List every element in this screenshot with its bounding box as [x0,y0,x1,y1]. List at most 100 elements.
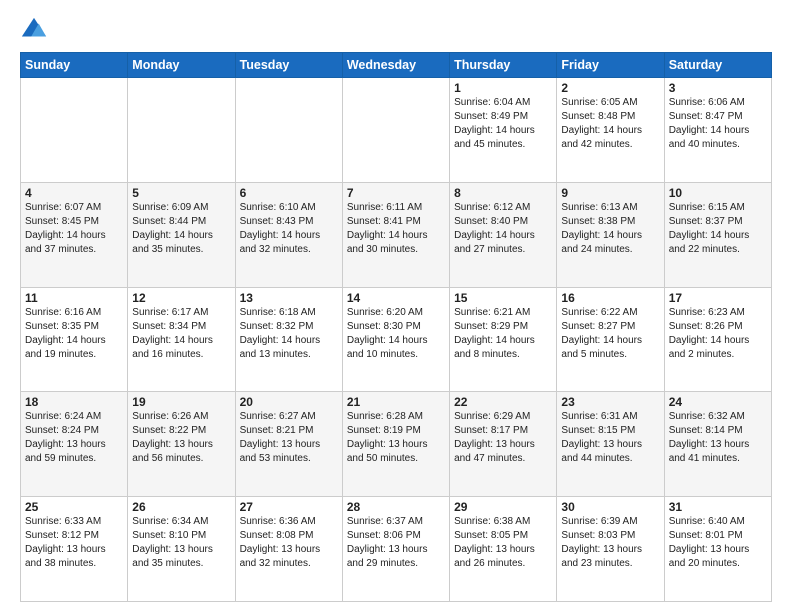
day-info: Sunrise: 6:09 AM Sunset: 8:44 PM Dayligh… [132,201,230,257]
day-number: 26 [132,500,230,514]
logo-icon [20,16,48,44]
calendar-cell: 5Sunrise: 6:09 AM Sunset: 8:44 PM Daylig… [128,182,235,287]
calendar-cell: 16Sunrise: 6:22 AM Sunset: 8:27 PM Dayli… [557,287,664,392]
calendar-cell [128,78,235,183]
day-number: 30 [561,500,659,514]
day-info: Sunrise: 6:12 AM Sunset: 8:40 PM Dayligh… [454,201,552,257]
calendar-cell: 2Sunrise: 6:05 AM Sunset: 8:48 PM Daylig… [557,78,664,183]
day-number: 19 [132,395,230,409]
day-number: 11 [25,291,123,305]
day-number: 14 [347,291,445,305]
calendar-week-row: 11Sunrise: 6:16 AM Sunset: 8:35 PM Dayli… [21,287,772,392]
day-number: 8 [454,186,552,200]
calendar-cell: 13Sunrise: 6:18 AM Sunset: 8:32 PM Dayli… [235,287,342,392]
day-info: Sunrise: 6:26 AM Sunset: 8:22 PM Dayligh… [132,410,230,466]
day-number: 17 [669,291,767,305]
day-info: Sunrise: 6:13 AM Sunset: 8:38 PM Dayligh… [561,201,659,257]
day-info: Sunrise: 6:16 AM Sunset: 8:35 PM Dayligh… [25,306,123,362]
day-number: 5 [132,186,230,200]
day-number: 24 [669,395,767,409]
calendar-cell: 10Sunrise: 6:15 AM Sunset: 8:37 PM Dayli… [664,182,771,287]
calendar-week-row: 18Sunrise: 6:24 AM Sunset: 8:24 PM Dayli… [21,392,772,497]
calendar-cell: 14Sunrise: 6:20 AM Sunset: 8:30 PM Dayli… [342,287,449,392]
day-info: Sunrise: 6:29 AM Sunset: 8:17 PM Dayligh… [454,410,552,466]
day-number: 7 [347,186,445,200]
calendar-cell: 27Sunrise: 6:36 AM Sunset: 8:08 PM Dayli… [235,497,342,602]
day-number: 1 [454,81,552,95]
calendar-cell: 8Sunrise: 6:12 AM Sunset: 8:40 PM Daylig… [450,182,557,287]
day-info: Sunrise: 6:21 AM Sunset: 8:29 PM Dayligh… [454,306,552,362]
day-number: 21 [347,395,445,409]
calendar-cell: 11Sunrise: 6:16 AM Sunset: 8:35 PM Dayli… [21,287,128,392]
calendar-cell: 3Sunrise: 6:06 AM Sunset: 8:47 PM Daylig… [664,78,771,183]
calendar-cell: 24Sunrise: 6:32 AM Sunset: 8:14 PM Dayli… [664,392,771,497]
header [20,16,772,44]
day-info: Sunrise: 6:17 AM Sunset: 8:34 PM Dayligh… [132,306,230,362]
day-info: Sunrise: 6:04 AM Sunset: 8:49 PM Dayligh… [454,96,552,152]
day-info: Sunrise: 6:34 AM Sunset: 8:10 PM Dayligh… [132,515,230,571]
day-number: 15 [454,291,552,305]
day-number: 29 [454,500,552,514]
calendar-cell [235,78,342,183]
day-info: Sunrise: 6:37 AM Sunset: 8:06 PM Dayligh… [347,515,445,571]
calendar-cell: 18Sunrise: 6:24 AM Sunset: 8:24 PM Dayli… [21,392,128,497]
day-number: 3 [669,81,767,95]
calendar-week-row: 25Sunrise: 6:33 AM Sunset: 8:12 PM Dayli… [21,497,772,602]
calendar-cell: 23Sunrise: 6:31 AM Sunset: 8:15 PM Dayli… [557,392,664,497]
day-info: Sunrise: 6:27 AM Sunset: 8:21 PM Dayligh… [240,410,338,466]
day-number: 18 [25,395,123,409]
calendar-cell: 28Sunrise: 6:37 AM Sunset: 8:06 PM Dayli… [342,497,449,602]
day-number: 23 [561,395,659,409]
calendar-day-header: Saturday [664,53,771,78]
day-number: 6 [240,186,338,200]
day-info: Sunrise: 6:40 AM Sunset: 8:01 PM Dayligh… [669,515,767,571]
day-number: 12 [132,291,230,305]
calendar-table: SundayMondayTuesdayWednesdayThursdayFrid… [20,52,772,602]
calendar-cell: 29Sunrise: 6:38 AM Sunset: 8:05 PM Dayli… [450,497,557,602]
day-number: 13 [240,291,338,305]
calendar-cell: 6Sunrise: 6:10 AM Sunset: 8:43 PM Daylig… [235,182,342,287]
calendar-day-header: Friday [557,53,664,78]
day-info: Sunrise: 6:36 AM Sunset: 8:08 PM Dayligh… [240,515,338,571]
day-info: Sunrise: 6:15 AM Sunset: 8:37 PM Dayligh… [669,201,767,257]
calendar-cell: 7Sunrise: 6:11 AM Sunset: 8:41 PM Daylig… [342,182,449,287]
day-number: 4 [25,186,123,200]
day-info: Sunrise: 6:28 AM Sunset: 8:19 PM Dayligh… [347,410,445,466]
day-info: Sunrise: 6:05 AM Sunset: 8:48 PM Dayligh… [561,96,659,152]
calendar-cell: 21Sunrise: 6:28 AM Sunset: 8:19 PM Dayli… [342,392,449,497]
day-info: Sunrise: 6:31 AM Sunset: 8:15 PM Dayligh… [561,410,659,466]
day-info: Sunrise: 6:11 AM Sunset: 8:41 PM Dayligh… [347,201,445,257]
day-info: Sunrise: 6:32 AM Sunset: 8:14 PM Dayligh… [669,410,767,466]
day-number: 20 [240,395,338,409]
calendar-cell: 19Sunrise: 6:26 AM Sunset: 8:22 PM Dayli… [128,392,235,497]
day-number: 27 [240,500,338,514]
calendar-cell: 9Sunrise: 6:13 AM Sunset: 8:38 PM Daylig… [557,182,664,287]
day-info: Sunrise: 6:20 AM Sunset: 8:30 PM Dayligh… [347,306,445,362]
day-number: 22 [454,395,552,409]
page: SundayMondayTuesdayWednesdayThursdayFrid… [0,0,792,612]
day-info: Sunrise: 6:22 AM Sunset: 8:27 PM Dayligh… [561,306,659,362]
calendar-cell [21,78,128,183]
day-info: Sunrise: 6:38 AM Sunset: 8:05 PM Dayligh… [454,515,552,571]
day-info: Sunrise: 6:07 AM Sunset: 8:45 PM Dayligh… [25,201,123,257]
calendar-header-row: SundayMondayTuesdayWednesdayThursdayFrid… [21,53,772,78]
calendar-cell [342,78,449,183]
calendar-day-header: Thursday [450,53,557,78]
calendar-cell: 17Sunrise: 6:23 AM Sunset: 8:26 PM Dayli… [664,287,771,392]
day-number: 31 [669,500,767,514]
calendar-cell: 4Sunrise: 6:07 AM Sunset: 8:45 PM Daylig… [21,182,128,287]
day-info: Sunrise: 6:33 AM Sunset: 8:12 PM Dayligh… [25,515,123,571]
calendar-week-row: 1Sunrise: 6:04 AM Sunset: 8:49 PM Daylig… [21,78,772,183]
day-number: 10 [669,186,767,200]
calendar-day-header: Sunday [21,53,128,78]
day-info: Sunrise: 6:10 AM Sunset: 8:43 PM Dayligh… [240,201,338,257]
day-number: 9 [561,186,659,200]
calendar-week-row: 4Sunrise: 6:07 AM Sunset: 8:45 PM Daylig… [21,182,772,287]
day-number: 16 [561,291,659,305]
day-info: Sunrise: 6:18 AM Sunset: 8:32 PM Dayligh… [240,306,338,362]
calendar-day-header: Tuesday [235,53,342,78]
calendar-cell: 26Sunrise: 6:34 AM Sunset: 8:10 PM Dayli… [128,497,235,602]
calendar-cell: 20Sunrise: 6:27 AM Sunset: 8:21 PM Dayli… [235,392,342,497]
calendar-cell: 31Sunrise: 6:40 AM Sunset: 8:01 PM Dayli… [664,497,771,602]
day-number: 28 [347,500,445,514]
